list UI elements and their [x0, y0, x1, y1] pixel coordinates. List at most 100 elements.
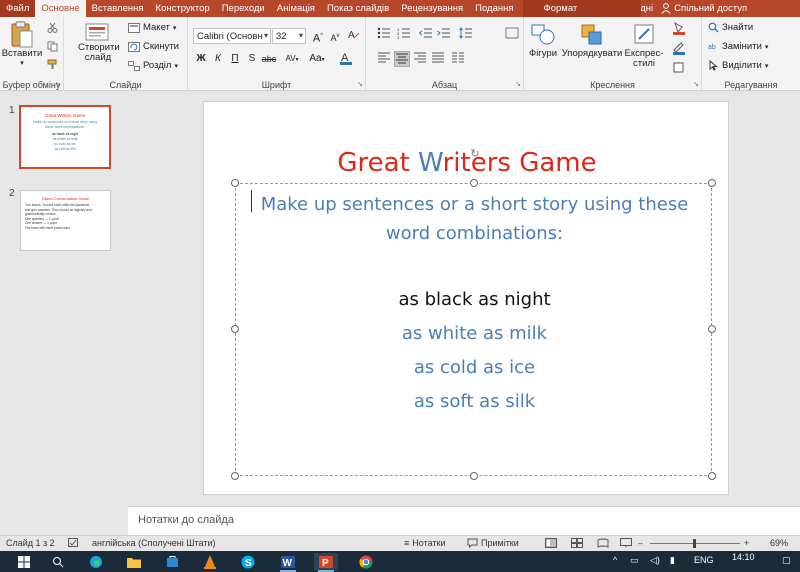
reset-button[interactable]: Скинути	[128, 41, 179, 52]
windows-start-icon[interactable]	[12, 553, 36, 570]
arrange-button[interactable]: Упорядкувати	[561, 21, 623, 59]
tab-transitions[interactable]: Переходи	[216, 0, 271, 17]
shadow-button[interactable]: S	[244, 51, 260, 67]
select-button[interactable]: Виділити ▾	[708, 60, 768, 71]
tray-chevron-icon[interactable]: ^	[613, 555, 617, 565]
new-slide-button[interactable]: Створити слайд	[78, 21, 120, 63]
network-icon[interactable]: ▭	[630, 555, 639, 566]
change-case-button[interactable]: Aa▾	[306, 51, 328, 67]
align-left-icon[interactable]	[376, 51, 392, 67]
zoom-slider-thumb[interactable]	[693, 539, 696, 548]
dialog-launcher-icon[interactable]: ↘	[515, 80, 521, 88]
zoom-in-button[interactable]: +	[744, 538, 749, 548]
tab-insert[interactable]: Вставлення	[86, 0, 150, 17]
numbering-icon[interactable]: 123	[396, 27, 412, 43]
justify-icon[interactable]	[430, 51, 446, 67]
body-textbox[interactable]: ↻ Make up sentences or a short story usi…	[231, 148, 716, 480]
battery-icon[interactable]: ▮	[670, 555, 675, 566]
align-right-icon[interactable]	[412, 51, 428, 67]
resize-handle[interactable]	[708, 472, 716, 480]
italic-button[interactable]: К	[210, 51, 226, 67]
find-button[interactable]: Знайти	[708, 22, 753, 33]
text-direction-icon[interactable]	[504, 27, 520, 43]
tab-review[interactable]: Рецензування	[395, 0, 469, 17]
paste-button[interactable]: Вставити ▾	[2, 21, 42, 69]
bold-button[interactable]: Ж	[193, 51, 209, 67]
align-center-icon[interactable]	[394, 51, 410, 67]
resize-handle[interactable]	[470, 179, 478, 187]
shapes-button[interactable]: Фігури	[526, 21, 560, 59]
search-taskbar-icon[interactable]	[46, 553, 70, 570]
dialog-launcher-icon[interactable]: ↘	[357, 80, 363, 88]
layout-button[interactable]: Макет ▾	[128, 22, 176, 33]
edge-browser-icon[interactable]	[84, 553, 108, 570]
tab-animations[interactable]: Анімація	[271, 0, 321, 17]
grow-font-button[interactable]: A^	[310, 28, 326, 45]
line-spacing-icon[interactable]	[458, 27, 474, 43]
dialog-launcher-icon[interactable]: ↘	[693, 80, 699, 88]
tab-format[interactable]: Формат	[520, 0, 584, 17]
resize-handle[interactable]	[708, 179, 716, 187]
tab-design[interactable]: Конструктор	[150, 0, 216, 17]
columns-icon[interactable]	[450, 51, 466, 67]
notes-pane[interactable]: Нотатки до слайда	[128, 506, 800, 535]
vlc-icon[interactable]	[198, 553, 222, 570]
chrome-icon[interactable]	[354, 553, 378, 570]
char-spacing-button[interactable]: AV▾	[282, 51, 302, 67]
resize-handle[interactable]	[231, 472, 239, 480]
tab-home[interactable]: Основне	[35, 0, 86, 17]
decrease-indent-icon[interactable]	[418, 27, 434, 43]
slideshow-view-icon[interactable]	[620, 538, 632, 548]
font-color-button[interactable]: A	[338, 51, 354, 67]
keyboard-language[interactable]: ENG	[694, 555, 714, 565]
clear-format-icon[interactable]: A	[346, 28, 362, 44]
resize-handle[interactable]	[231, 179, 239, 187]
format-painter-button[interactable]	[47, 59, 58, 70]
font-size-select[interactable]: 32 ▾	[272, 28, 306, 44]
tab-file[interactable]: Файл	[0, 0, 36, 17]
resize-handle[interactable]	[470, 472, 478, 480]
comments-toggle-button[interactable]: Примітки	[467, 538, 519, 548]
notes-toggle-button[interactable]: ≡ Нотатки	[404, 538, 446, 548]
tab-slideshow[interactable]: Показ слайдів	[321, 0, 395, 17]
slide-thumbnail-2[interactable]: Obent Conversation Game Two teams. You a…	[20, 190, 111, 251]
clock[interactable]: 14:10	[732, 552, 755, 562]
slide-thumbnail-1[interactable]: Great Writers Game Make up sentences or …	[19, 105, 111, 169]
share-button[interactable]: Спільний доступ	[661, 0, 747, 17]
replace-button[interactable]: ab Замінити ▾	[708, 41, 768, 52]
svg-text:S: S	[245, 558, 252, 569]
strikethrough-button[interactable]: abc	[261, 51, 277, 67]
section-icon	[128, 60, 140, 71]
font-family-select[interactable]: Calibri (Основн ▾	[193, 28, 271, 44]
word-icon[interactable]: W	[276, 553, 300, 572]
sorter-view-icon[interactable]	[571, 538, 583, 548]
skype-icon[interactable]: S	[236, 553, 260, 570]
rotate-handle-icon[interactable]: ↻	[469, 148, 481, 160]
slide-title[interactable]: Great Writers Game	[204, 148, 730, 178]
copy-button[interactable]	[47, 41, 58, 52]
slide-body-text[interactable]: Make up sentences or a short story using…	[236, 190, 713, 417]
section-button[interactable]: Розділ ▾	[128, 60, 178, 71]
reading-view-icon[interactable]	[597, 538, 609, 548]
file-explorer-icon[interactable]	[122, 553, 146, 570]
store-icon[interactable]	[160, 553, 184, 570]
underline-button[interactable]: П	[227, 51, 243, 67]
shape-effects-icon[interactable]	[671, 61, 687, 77]
tab-view[interactable]: Подання	[469, 0, 519, 17]
zoom-level[interactable]: 69%	[770, 538, 788, 548]
shape-fill-icon[interactable]	[671, 21, 687, 37]
powerpoint-icon[interactable]: P	[314, 553, 338, 572]
quick-styles-button[interactable]: Експрес-стилі	[624, 21, 664, 69]
bullets-icon[interactable]	[376, 27, 392, 43]
language-indicator[interactable]: англійська (Сполучені Штати)	[68, 538, 216, 548]
volume-icon[interactable]: ◁)	[650, 555, 660, 566]
shape-outline-icon[interactable]	[671, 41, 687, 57]
slide-canvas[interactable]: Great Writers Game ↻ Make up sentences o…	[203, 101, 729, 495]
notifications-icon[interactable]: ▢	[782, 555, 791, 566]
cut-button[interactable]	[47, 22, 58, 33]
shrink-font-button[interactable]: Av	[327, 28, 343, 44]
dialog-launcher-icon[interactable]: ↘	[55, 80, 61, 88]
zoom-out-button[interactable]: –	[638, 538, 643, 548]
increase-indent-icon[interactable]	[436, 27, 452, 43]
normal-view-icon[interactable]	[545, 538, 557, 548]
